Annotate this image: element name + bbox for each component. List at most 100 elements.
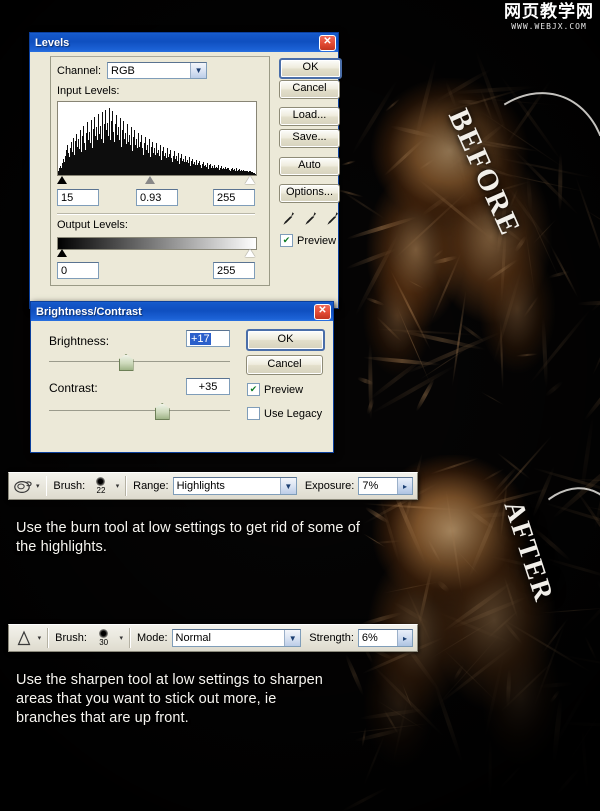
sharpen-caption: Use the sharpen tool at low settings to … xyxy=(16,672,323,727)
chevron-down-icon[interactable]: ▼ xyxy=(279,478,296,494)
sharpen-tool-options-bar: ▾ Brush: 30 ▾ Mode: Normal ▼ Strength: 6… xyxy=(8,624,418,652)
bc-cancel-button[interactable]: Cancel xyxy=(246,355,323,375)
divider xyxy=(47,628,50,648)
channel-select[interactable]: RGB ▼ xyxy=(107,62,208,79)
brightness-body: Brightness: +17 Contrast: +35 OK Cancel … xyxy=(31,321,333,452)
brightness-contrast-dialog: Brightness/Contrast ✕ Brightness: +17 Co… xyxy=(30,301,334,453)
burn-tool-dropdown-icon[interactable]: ▾ xyxy=(36,482,40,490)
exposure-stepper-icon[interactable]: ▸ xyxy=(397,478,413,494)
eyedropper-black-icon[interactable] xyxy=(282,211,295,226)
channel-value: RGB xyxy=(111,64,135,77)
sharpen-brush-dropdown-icon[interactable]: ▾ xyxy=(119,634,123,642)
sharpen-brush-size: 30 xyxy=(99,638,109,647)
eyedropper-group xyxy=(282,211,339,226)
chevron-down-icon[interactable]: ▼ xyxy=(284,630,301,646)
bc-ok-button[interactable]: OK xyxy=(246,329,325,351)
range-label: Range: xyxy=(133,480,169,492)
strength-stepper-icon[interactable]: ▸ xyxy=(397,630,412,646)
levels-preview-label: Preview xyxy=(297,234,337,247)
contrast-label: Contrast: xyxy=(49,381,98,395)
close-icon[interactable]: ✕ xyxy=(319,34,336,51)
brightness-slider-knob[interactable] xyxy=(118,354,134,371)
levels-titlebar[interactable]: Levels ✕ xyxy=(30,33,338,52)
histogram-display xyxy=(57,101,257,176)
eyedropper-white-icon[interactable] xyxy=(326,211,339,226)
output-levels-sliders[interactable] xyxy=(57,249,255,260)
checkmark-icon: ✔ xyxy=(247,383,260,396)
output-white-field[interactable] xyxy=(213,262,255,279)
contrast-slider-knob[interactable] xyxy=(154,403,170,420)
checkmark-icon: ✔ xyxy=(280,234,293,247)
range-select[interactable]: Highlights ▼ xyxy=(172,477,297,495)
input-white-field[interactable] xyxy=(213,189,255,206)
close-icon[interactable]: ✕ xyxy=(314,303,331,320)
output-levels-label: Output Levels: xyxy=(57,219,128,231)
brightness-slider-track[interactable] xyxy=(49,354,230,371)
output-white-slider[interactable] xyxy=(245,249,255,257)
use-legacy-checkbox[interactable]: Use Legacy xyxy=(247,407,322,420)
input-gamma-slider[interactable] xyxy=(145,176,155,184)
levels-dialog: Levels ✕ Channel: RGB ▼ Input Levels: 15… xyxy=(29,32,342,309)
exposure-value: 7% xyxy=(362,480,379,492)
levels-preview-checkbox[interactable]: ✔ Preview xyxy=(280,234,336,247)
burn-brush-label: Brush: xyxy=(53,480,86,492)
divider xyxy=(57,213,255,215)
use-legacy-label: Use Legacy xyxy=(264,407,323,420)
mode-label: Mode: xyxy=(136,632,168,644)
mode-select[interactable]: Normal ▼ xyxy=(171,629,302,647)
output-black-slider[interactable] xyxy=(57,249,67,257)
burn-brush-size: 22 xyxy=(96,486,106,495)
burn-tool-icon[interactable] xyxy=(13,476,33,496)
brightness-value-text: +17 xyxy=(190,333,211,345)
channel-label: Channel: xyxy=(57,64,102,77)
ok-button[interactable]: OK xyxy=(279,58,342,79)
range-value: Highlights xyxy=(176,480,225,492)
input-gamma-field[interactable] xyxy=(136,189,178,206)
input-black-point-slider[interactable] xyxy=(57,176,67,184)
watermark-chinese-text: 网页教学网 xyxy=(504,2,594,22)
save-button[interactable]: Save... xyxy=(279,129,340,148)
eyedropper-gray-icon[interactable] xyxy=(304,211,317,226)
empty-checkbox-icon xyxy=(247,407,260,420)
bc-preview-checkbox[interactable]: ✔ Preview xyxy=(247,383,303,396)
auto-button[interactable]: Auto xyxy=(279,157,340,176)
chevron-down-icon[interactable]: ▼ xyxy=(190,63,207,78)
load-button[interactable]: Load... xyxy=(279,107,340,126)
divider xyxy=(125,476,128,496)
divider xyxy=(128,628,131,648)
exposure-field[interactable]: 7% ▸ xyxy=(358,477,414,495)
brightness-title-text: Brightness/Contrast xyxy=(36,305,142,318)
burn-caption: Use the burn tool at low settings to get… xyxy=(16,520,361,556)
input-levels-sliders[interactable] xyxy=(57,176,255,187)
brightness-value-field[interactable]: +17 xyxy=(186,330,230,347)
burn-tool-options-bar: ▾ Brush: 22 ▾ Range: Highlights ▼ Exposu… xyxy=(8,472,418,500)
input-white-point-slider[interactable] xyxy=(245,176,255,184)
contrast-value-field[interactable]: +35 xyxy=(186,378,230,395)
contrast-slider-track[interactable] xyxy=(49,403,230,420)
watermark-url: WWW.WEBJX.COM xyxy=(511,22,587,31)
burn-brush-dropdown-icon[interactable]: ▾ xyxy=(116,482,120,490)
brightness-titlebar[interactable]: Brightness/Contrast ✕ xyxy=(31,302,333,321)
levels-settings-group: Channel: RGB ▼ Input Levels: Output Leve… xyxy=(50,56,270,286)
strength-field[interactable]: 6% ▸ xyxy=(357,629,413,647)
brush-tip-icon xyxy=(96,477,106,486)
sharpen-tool-icon[interactable] xyxy=(13,628,35,648)
sharpen-brush-label: Brush: xyxy=(55,632,87,644)
brightness-label: Brightness: xyxy=(49,334,110,348)
brush-tip-icon xyxy=(99,629,109,638)
levels-body: Channel: RGB ▼ Input Levels: Output Leve… xyxy=(30,52,342,308)
bc-preview-label: Preview xyxy=(264,383,304,396)
input-levels-label: Input Levels: xyxy=(57,85,120,97)
sharpen-brush-preview[interactable]: 30 xyxy=(91,629,117,647)
divider xyxy=(45,476,48,496)
strength-label: Strength: xyxy=(309,632,354,644)
sharpen-tool-dropdown-icon[interactable]: ▾ xyxy=(38,634,42,642)
options-button[interactable]: Options... xyxy=(279,184,340,203)
burn-brush-preview[interactable]: 22 xyxy=(89,477,112,495)
output-black-field[interactable] xyxy=(57,262,99,279)
cancel-button[interactable]: Cancel xyxy=(279,80,340,99)
input-black-field[interactable] xyxy=(57,189,99,206)
strength-value: 6% xyxy=(361,632,378,644)
levels-title-text: Levels xyxy=(35,36,70,49)
mode-value: Normal xyxy=(175,632,211,644)
